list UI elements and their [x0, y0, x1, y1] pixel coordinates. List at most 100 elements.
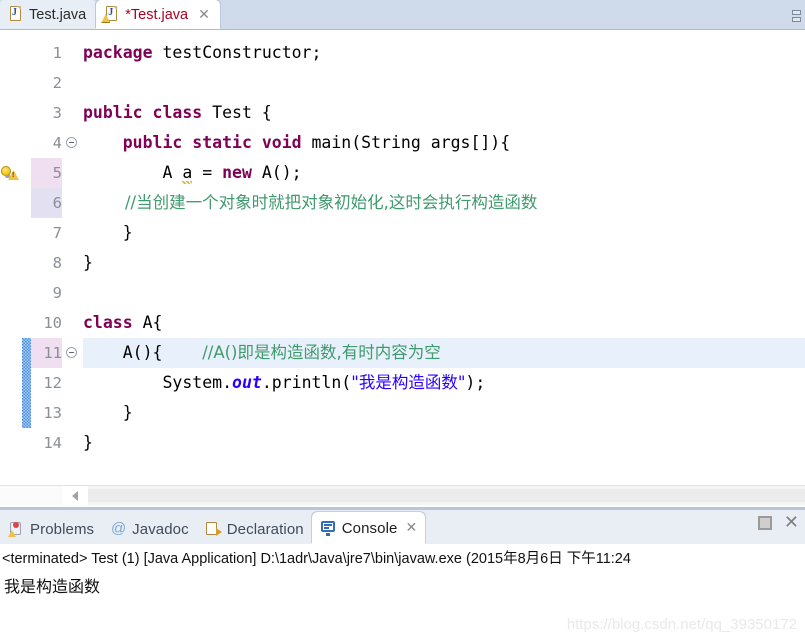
line-number: 13 [43, 404, 62, 422]
code-token: } [83, 403, 133, 422]
code-token: ); [465, 373, 486, 392]
code-token: A [83, 163, 183, 182]
tab-label: Javadoc [132, 520, 189, 538]
code-token: System. [83, 373, 233, 392]
folding-ruler[interactable] [65, 30, 79, 485]
line-number: 2 [52, 74, 62, 92]
code-text-area[interactable]: package testConstructor; public class Te… [79, 30, 805, 485]
code-line[interactable]: } [83, 218, 805, 248]
line-number: 4 [52, 134, 62, 152]
console-toolbar: ✕ [757, 514, 799, 532]
java-file-warning-icon: J [101, 6, 119, 23]
launch-status-line: <terminated> Test (1) [Java Application]… [2, 551, 631, 567]
code-token: //A()即是构造函数,有时内容为空 [202, 343, 441, 362]
line-number: 1 [52, 44, 62, 62]
quickfix-bulb-icon [1, 166, 11, 178]
tab-declaration[interactable]: Declaration [197, 514, 312, 544]
chevron-left-icon [72, 490, 78, 501]
change-indicator [22, 368, 31, 398]
code-line[interactable]: //当创建一个对象时就把对象初始化,这时会执行构造函数 [83, 188, 805, 218]
code-token: A{ [142, 313, 163, 332]
watermark: https://blog.csdn.net/qq_39350172 [566, 616, 797, 633]
code-token: A(){ [83, 343, 203, 362]
problems-icon [8, 521, 25, 537]
code-line[interactable]: class A{ [83, 308, 805, 338]
change-indicator [22, 338, 31, 368]
maximize-icon[interactable] [792, 17, 801, 22]
declaration-icon [205, 521, 222, 537]
code-line[interactable]: } [83, 428, 805, 458]
scrollbar-left-filler [0, 486, 62, 505]
code-line[interactable]: } [83, 398, 805, 428]
code-token: } [83, 253, 93, 272]
line-number: 10 [43, 314, 62, 332]
tab-label: Declaration [226, 520, 304, 538]
change-ruler [22, 30, 31, 485]
close-icon[interactable]: ✕ [405, 520, 417, 536]
tab-label: Problems [30, 520, 95, 538]
line-number: 3 [52, 104, 62, 122]
change-indicator [22, 398, 31, 428]
code-token: main(String args[]){ [311, 133, 511, 152]
line-number: 11 [31, 338, 62, 368]
editor-minimize-maximize-buttons[interactable] [792, 10, 801, 22]
line-number: 9 [52, 284, 62, 302]
code-token: public static void [122, 133, 312, 152]
code-token: .println( [261, 373, 352, 392]
scroll-left-button[interactable] [62, 486, 88, 505]
bottom-view-tab-bar: Problems @ Javadoc Declaration Console ✕… [0, 510, 805, 544]
code-token: class [83, 313, 143, 332]
line-number-ruler: 1 2 3 4 5 6 7 8 9 10 11 12 13 14 [31, 30, 65, 485]
code-token: A(); [261, 163, 302, 182]
code-line[interactable]: System.out.println("我是构造函数"); [83, 368, 805, 398]
code-token: package [83, 43, 163, 62]
code-token: public class [83, 103, 213, 122]
tab-javadoc[interactable]: @ Javadoc [102, 514, 197, 544]
code-token: a [182, 163, 193, 186]
code-token: } [83, 433, 93, 452]
line-number: 6 [31, 188, 62, 218]
code-line[interactable]: A a = new A(); [83, 158, 805, 188]
code-line[interactable] [83, 68, 805, 98]
javadoc-icon: @ [111, 520, 127, 537]
line-number: 8 [52, 254, 62, 272]
close-icon[interactable]: ✕ [198, 7, 210, 23]
code-token: new [222, 163, 262, 182]
code-line[interactable]: } [83, 248, 805, 278]
editor-tab-bar: J Test.java J *Test.java ✕ [0, 0, 805, 30]
minimize-icon[interactable] [792, 10, 801, 15]
marker-ruler[interactable] [0, 30, 22, 485]
warning-bulb-icon[interactable] [1, 164, 21, 182]
editor-tab-test-java[interactable]: J Test.java [0, 0, 97, 29]
code-token: "我是构造函数" [351, 373, 466, 392]
code-token: Test { [212, 103, 272, 122]
code-line[interactable]: public static void main(String args[]){ [83, 128, 805, 158]
fold-collapse-icon[interactable] [66, 347, 77, 358]
stop-icon[interactable] [757, 516, 772, 530]
console-output-text[interactable]: 我是构造函数 [0, 568, 805, 597]
line-number: 7 [52, 224, 62, 242]
code-line[interactable]: public class Test { [83, 98, 805, 128]
tab-label: Console [341, 519, 398, 537]
fold-collapse-icon[interactable] [66, 137, 77, 148]
console-icon [320, 520, 337, 536]
code-token: testConstructor; [162, 43, 322, 62]
line-number: 12 [43, 374, 62, 392]
close-console-icon[interactable]: ✕ [784, 514, 799, 532]
editor-tab-test-java-dirty[interactable]: J *Test.java ✕ [96, 0, 220, 29]
editor-tab-label: *Test.java [125, 6, 189, 23]
scrollbar-track[interactable] [88, 489, 805, 502]
tab-console[interactable]: Console ✕ [311, 512, 426, 544]
line-number: 5 [31, 158, 62, 188]
code-line[interactable]: package testConstructor; [83, 38, 805, 68]
code-line[interactable]: A(){ //A()即是构造函数,有时内容为空 [83, 338, 805, 368]
code-token: } [83, 223, 133, 242]
code-token: = [192, 163, 223, 182]
code-line[interactable] [83, 278, 805, 308]
tab-problems[interactable]: Problems [0, 514, 102, 544]
code-editor[interactable]: 1234567891011121314 package testConstruc… [0, 30, 805, 485]
editor-tab-label: Test.java [29, 6, 87, 23]
java-file-icon: J [8, 6, 23, 23]
editor-horizontal-scrollbar[interactable] [0, 485, 805, 505]
